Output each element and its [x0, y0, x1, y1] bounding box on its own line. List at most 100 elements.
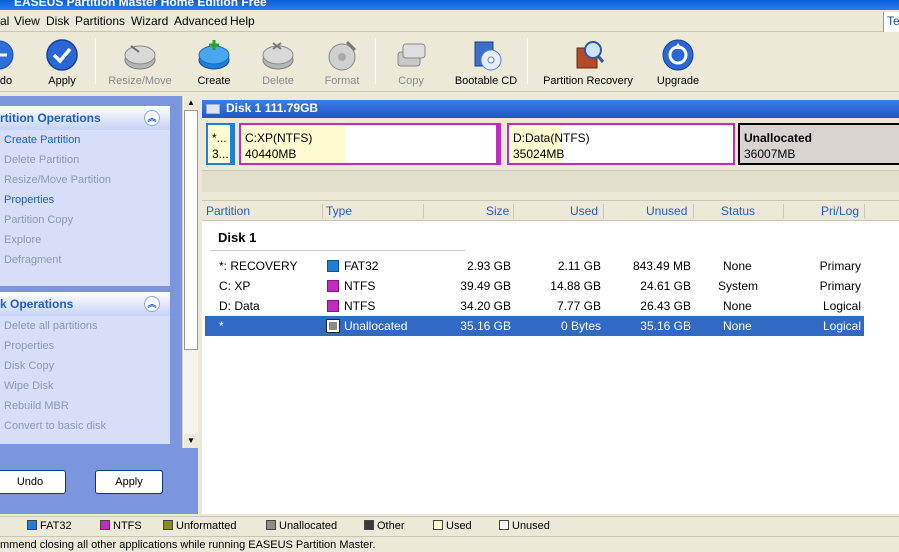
- format-button[interactable]: Format: [322, 38, 362, 87]
- scrollbar-thumb[interactable]: [184, 110, 198, 350]
- apply-button[interactable]: Apply: [44, 38, 80, 87]
- scroll-up-arrow-icon[interactable]: ▲: [184, 96, 198, 110]
- sidebar-scrollbar[interactable]: ▲ ▼: [182, 96, 198, 448]
- col-unused[interactable]: Unused: [646, 204, 687, 218]
- op-resize-move-partition[interactable]: Resize/Move Partition: [0, 174, 170, 194]
- collapse-chevron-icon[interactable]: ︽: [144, 296, 160, 312]
- segment-d-size: 35024MB: [513, 147, 565, 161]
- col-partition[interactable]: Partition: [206, 204, 250, 218]
- menu-bar: al View Disk Partitions Wizard Advanced …: [0, 10, 899, 32]
- group-divider: [210, 250, 465, 251]
- disk-operations-header[interactable]: k Operations ︽: [0, 292, 170, 316]
- apply-sidebar-button[interactable]: Apply: [95, 470, 163, 494]
- menu-disk[interactable]: Disk: [46, 14, 69, 28]
- op-delete-partition[interactable]: Delete Partition: [0, 154, 170, 174]
- cell-unused: 26.43 GB: [640, 299, 691, 313]
- table-row[interactable]: D: Data NTFS 34.20 GB 7.77 GB 26.43 GB N…: [205, 296, 864, 316]
- table-row[interactable]: *: RECOVERY FAT32 2.93 GB 2.11 GB 843.49…: [205, 256, 864, 276]
- upgrade-button[interactable]: Upgrade: [654, 38, 702, 87]
- op-wipe-disk[interactable]: Wipe Disk: [0, 380, 170, 400]
- legend-other-label: Other: [377, 520, 405, 532]
- op-defragment[interactable]: Defragment: [0, 254, 170, 274]
- partition-operations-title: rtition Operations: [0, 111, 101, 125]
- col-type[interactable]: Type: [326, 204, 352, 218]
- bootable-cd-button[interactable]: Bootable CD: [452, 38, 520, 87]
- col-prilog[interactable]: Pri/Log: [821, 204, 859, 218]
- legend-bar: FAT32 NTFS Unformatted Unallocated Other…: [0, 516, 899, 536]
- legend-other: Other: [364, 520, 405, 532]
- cell-type: Unallocated: [344, 319, 408, 333]
- resize-move-button[interactable]: Resize/Move: [106, 38, 174, 87]
- cell-partition: D: Data: [219, 299, 260, 313]
- legend-unformatted: Unformatted: [163, 520, 237, 532]
- cell-status: None: [723, 319, 752, 333]
- cell-type: NTFS: [344, 299, 376, 313]
- disk-label: Disk 1 111.79GB: [226, 101, 319, 115]
- segment-d-data[interactable]: D:Data(NTFS) 35024MB: [507, 123, 735, 165]
- copy-icon: [394, 38, 428, 72]
- partition-recovery-button[interactable]: Partition Recovery: [541, 38, 635, 87]
- menu-file[interactable]: al: [0, 14, 9, 28]
- op-disk-copy[interactable]: Disk Copy: [0, 360, 170, 380]
- op-create-partition[interactable]: Create Partition: [0, 134, 170, 154]
- upgrade-icon: [661, 38, 695, 72]
- segment-d-name: D:Data(NTFS): [513, 131, 590, 145]
- legend-used-label: Used: [446, 520, 472, 532]
- ntfs-swatch-icon: [100, 520, 110, 530]
- collapse-chevron-icon[interactable]: ︽: [144, 110, 160, 126]
- delete-button-label: Delete: [262, 75, 294, 87]
- table-row-selected[interactable]: * Unallocated 35.16 GB 0 Bytes 35.16 GB …: [205, 316, 864, 336]
- cell-used: 2.11 GB: [557, 259, 601, 273]
- menu-view[interactable]: View: [14, 14, 40, 28]
- unallocated-color-icon: [326, 319, 340, 333]
- menu-advanced[interactable]: Advanced: [174, 14, 227, 28]
- menu-wizard[interactable]: Wizard: [131, 14, 168, 28]
- segment-unallocated[interactable]: Unallocated 36007MB: [738, 123, 899, 165]
- op-partition-copy[interactable]: Partition Copy: [0, 214, 170, 234]
- col-used[interactable]: Used: [570, 204, 598, 218]
- segment-c-size: 40440MB: [245, 147, 297, 161]
- cell-status: None: [723, 299, 752, 313]
- cell-prilog: Primary: [819, 259, 861, 273]
- disk-operations-list: Delete all partitions Properties Disk Co…: [0, 316, 170, 444]
- partition-operations-list: Create Partition Delete Partition Resize…: [0, 130, 170, 286]
- format-button-label: Format: [324, 75, 360, 87]
- col-size[interactable]: Size: [486, 204, 509, 218]
- hard-disk-icon: [206, 104, 220, 114]
- op-delete-all-partitions[interactable]: Delete all partitions: [0, 320, 170, 340]
- status-bar: mmend closing all other applications whi…: [0, 536, 899, 552]
- menu-partitions[interactable]: Partitions: [75, 14, 125, 28]
- segment-c-xp[interactable]: C:XP(NTFS) 40440MB: [239, 123, 501, 165]
- op-disk-properties[interactable]: Properties: [0, 340, 170, 360]
- segment-recovery[interactable]: *... 3...: [206, 123, 235, 165]
- menu-help[interactable]: Help: [230, 14, 255, 28]
- cell-partition: *: [219, 319, 224, 333]
- delete-button[interactable]: Delete: [258, 38, 298, 87]
- op-rebuild-mbr[interactable]: Rebuild MBR: [0, 400, 170, 420]
- right-tab[interactable]: Te: [883, 12, 899, 32]
- segment-c-name: C:XP(NTFS): [245, 131, 313, 145]
- table-row[interactable]: C: XP NTFS 39.49 GB 14.88 GB 24.61 GB Sy…: [205, 276, 864, 296]
- op-properties[interactable]: Properties: [0, 194, 170, 214]
- create-button[interactable]: Create: [194, 38, 234, 87]
- col-separator: [322, 204, 323, 218]
- toolbar-separator: [527, 38, 528, 84]
- op-explore[interactable]: Explore: [0, 234, 170, 254]
- disk-operations-panel: k Operations ︽ Delete all partitions Pro…: [0, 292, 170, 444]
- legend-ntfs: NTFS: [100, 520, 142, 532]
- bootable-cd-icon: [469, 38, 503, 72]
- copy-button[interactable]: Copy: [392, 38, 430, 87]
- toolbar: do Apply Resize/Move Create Delete Forma…: [0, 32, 899, 92]
- toolbar-separator: [95, 38, 96, 84]
- undo-button[interactable]: do: [0, 38, 26, 87]
- disk-header-bar[interactable]: Disk 1 111.79GB: [202, 100, 899, 118]
- undo-sidebar-button[interactable]: Undo: [0, 470, 66, 494]
- scroll-down-arrow-icon[interactable]: ▼: [184, 434, 198, 448]
- legend-fat32: FAT32: [27, 520, 72, 532]
- op-convert-to-basic-disk[interactable]: Convert to basic disk: [0, 420, 170, 440]
- col-status[interactable]: Status: [721, 204, 755, 218]
- other-swatch-icon: [364, 520, 374, 530]
- disk-group-title: Disk 1: [218, 230, 257, 245]
- partition-operations-header[interactable]: rtition Operations ︽: [0, 106, 170, 130]
- toolbar-separator: [375, 38, 376, 84]
